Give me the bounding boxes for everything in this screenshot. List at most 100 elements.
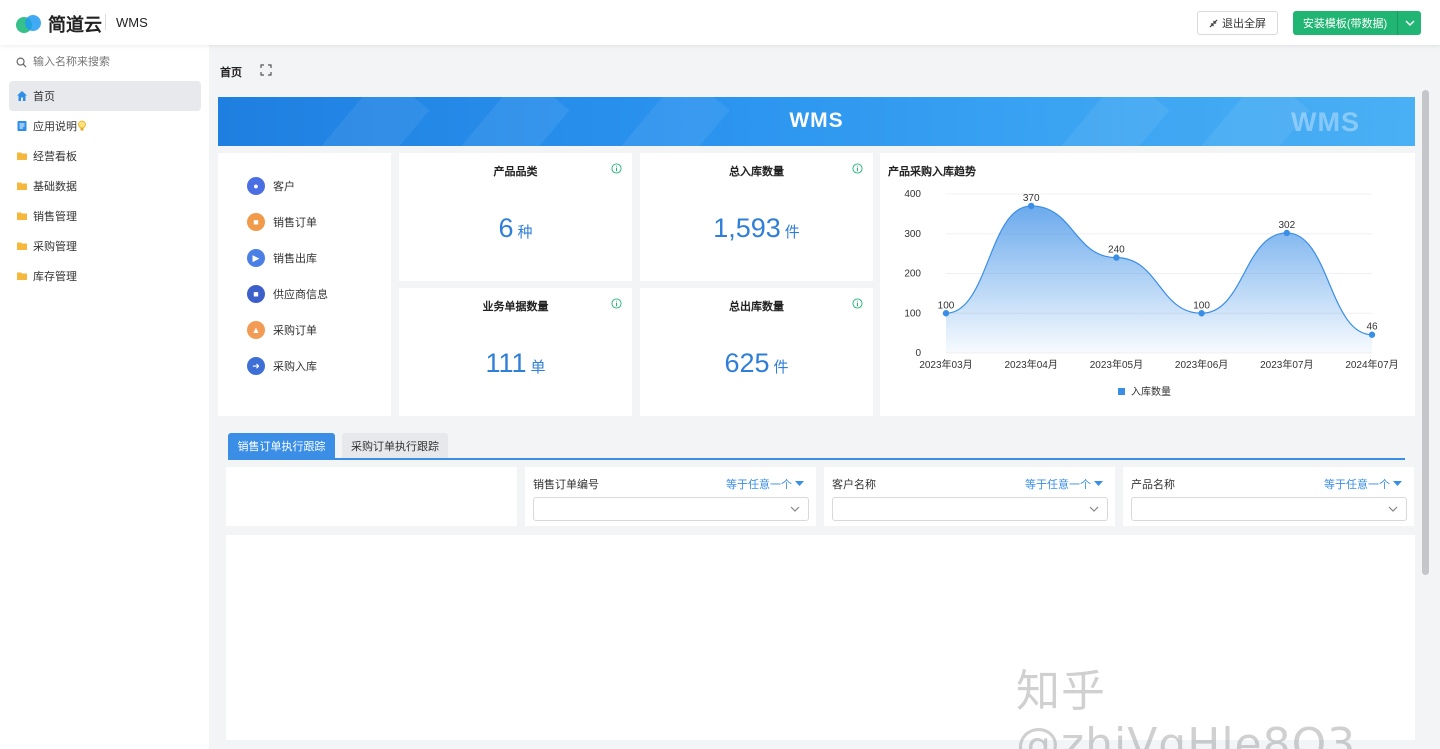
series-area (946, 205, 1372, 353)
tracking-tabs: 销售订单执行跟踪 采购订单执行跟踪 (218, 425, 1415, 460)
home-icon (17, 91, 27, 101)
info-icon[interactable] (611, 298, 622, 309)
stat-unit: 单 (530, 359, 546, 376)
x-tick-label: 2023年03月 (919, 358, 972, 371)
stat-unit: 件 (773, 359, 789, 376)
stat-title: 业务单据数量 (482, 301, 549, 313)
quick-link-label: 采购订单 (273, 325, 317, 337)
stat-title: 产品品类 (493, 166, 538, 178)
caret-down-icon (1393, 481, 1402, 486)
fullscreen-icon[interactable] (260, 64, 272, 76)
stat-number: 625 (724, 348, 770, 378)
sidebar: 首页 应用说明 经营看板 基础数据 销售管理 采购管理 库存管理 (0, 45, 209, 749)
supplier-icon: ■ (247, 285, 265, 303)
filter-select[interactable] (832, 497, 1108, 521)
filter-sales-order-no: 销售订单编号 等于任意一个 (525, 467, 816, 526)
stat-title: 总出库数量 (729, 301, 784, 313)
tab-sales-order-tracking[interactable]: 销售订单执行跟踪 (228, 433, 335, 459)
folder-icon (17, 152, 27, 160)
sidebar-item-home[interactable]: 首页 (9, 81, 201, 111)
y-tick-label: 200 (904, 269, 921, 280)
lightbulb-icon (78, 120, 86, 131)
send-icon: ▶ (247, 249, 265, 267)
info-icon[interactable] (852, 298, 863, 309)
data-label: 100 (938, 300, 955, 311)
search-icon (16, 57, 27, 68)
stat-number: 111 (485, 348, 527, 378)
quick-link-label: 客户 (273, 181, 295, 193)
chevron-down-icon (790, 506, 800, 512)
y-tick-label: 400 (904, 189, 921, 200)
stat-title: 总入库数量 (729, 166, 784, 178)
filter-blank-panel (226, 467, 517, 526)
sidebar-item-business-board[interactable]: 经营看板 (9, 141, 201, 171)
y-tick-label: 100 (904, 308, 921, 319)
y-tick-label: 300 (904, 229, 921, 240)
cart-icon: ▲ (247, 321, 265, 339)
sidebar-search[interactable] (16, 56, 193, 68)
header-divider (105, 14, 106, 30)
stat-unit: 种 (517, 224, 533, 241)
quick-link-label: 采购入库 (273, 361, 317, 373)
logo-icon (16, 13, 42, 35)
sidebar-item-inventory[interactable]: 库存管理 (9, 261, 201, 291)
data-label: 100 (1193, 300, 1210, 311)
quick-link-purchase-inbound[interactable]: ➜ 采购入库 (247, 357, 317, 375)
exit-fullscreen-button[interactable]: 退出全屏 (1197, 11, 1278, 35)
customer-icon: ● (247, 177, 265, 195)
sidebar-item-label: 首页 (33, 91, 55, 103)
info-icon[interactable] (611, 163, 622, 174)
filter-operator[interactable]: 等于任意一个 (1324, 476, 1402, 492)
filter-operator[interactable]: 等于任意一个 (726, 476, 804, 492)
brand-name: 简道云 (48, 15, 102, 35)
shrink-icon (1209, 19, 1218, 27)
watermark: 知乎 @zhiVgHle8O3 (1016, 666, 1357, 749)
sidebar-item-label: 基础数据 (33, 181, 77, 193)
sidebar-item-purchasing[interactable]: 采购管理 (9, 231, 201, 261)
sidebar-item-app-guide[interactable]: 应用说明 (9, 111, 201, 141)
search-input[interactable] (33, 56, 193, 68)
stat-card-inbound: 总入库数量 1,593 件 (640, 153, 873, 281)
page-tab-bar: 首页 (210, 52, 1430, 88)
install-template-label: 安装模板(带数据) (1302, 18, 1388, 30)
stat-value: 1,593 件 (640, 213, 873, 244)
tab-home[interactable]: 首页 (220, 64, 242, 80)
install-template-button[interactable]: 安装模板(带数据) (1293, 11, 1397, 35)
filter-operator[interactable]: 等于任意一个 (1025, 476, 1103, 492)
quick-link-purchase-order[interactable]: ▲ 采购订单 (247, 321, 317, 339)
filter-select[interactable] (1131, 497, 1407, 521)
caret-down-icon (795, 481, 804, 486)
main-scrollbar[interactable] (1422, 90, 1429, 575)
tab-purchase-order-tracking[interactable]: 采购订单执行跟踪 (342, 433, 448, 459)
quick-link-sales-outbound[interactable]: ▶ 销售出库 (247, 249, 317, 267)
stat-number: 1,593 (713, 213, 781, 243)
trend-chart: 0 100 200 300 400 100 2023年03月 370 2023年04月 240 20… (904, 189, 1398, 398)
quick-link-label: 销售出库 (273, 253, 317, 265)
filter-operator-label: 等于任意一个 (1025, 479, 1091, 491)
data-label: 370 (1023, 193, 1040, 204)
top-bar: 简道云 WMS 退出全屏 安装模板(带数据) (0, 0, 1440, 45)
install-options-button[interactable] (1397, 11, 1421, 35)
order-icon: ■ (247, 213, 265, 231)
sidebar-item-base-data[interactable]: 基础数据 (9, 171, 201, 201)
x-tick-label: 2024年07月 (1345, 358, 1398, 371)
sidebar-item-sales[interactable]: 销售管理 (9, 201, 201, 231)
quick-link-sales-order[interactable]: ■ 销售订单 (247, 213, 317, 231)
stat-card-outbound: 总出库数量 625 件 (640, 288, 873, 416)
quick-link-supplier[interactable]: ■ 供应商信息 (247, 285, 328, 303)
info-icon[interactable] (852, 163, 863, 174)
sidebar-item-label: 销售管理 (33, 211, 77, 223)
stat-value: 6种 (399, 213, 632, 244)
quick-link-label: 销售订单 (273, 217, 317, 229)
legend-swatch (1118, 388, 1125, 395)
quick-link-customer[interactable]: ● 客户 (247, 177, 295, 195)
data-label: 240 (1108, 245, 1125, 256)
brand-logo[interactable]: 简道云 (16, 11, 102, 37)
filter-label: 客户名称 (832, 479, 876, 491)
filter-select[interactable] (533, 497, 809, 521)
stat-value: 625 件 (640, 348, 873, 379)
x-tick-label: 2023年07月 (1260, 358, 1313, 371)
inbound-icon: ➜ (247, 357, 265, 375)
stat-value: 111 单 (399, 348, 632, 379)
doc-icon (17, 121, 27, 131)
